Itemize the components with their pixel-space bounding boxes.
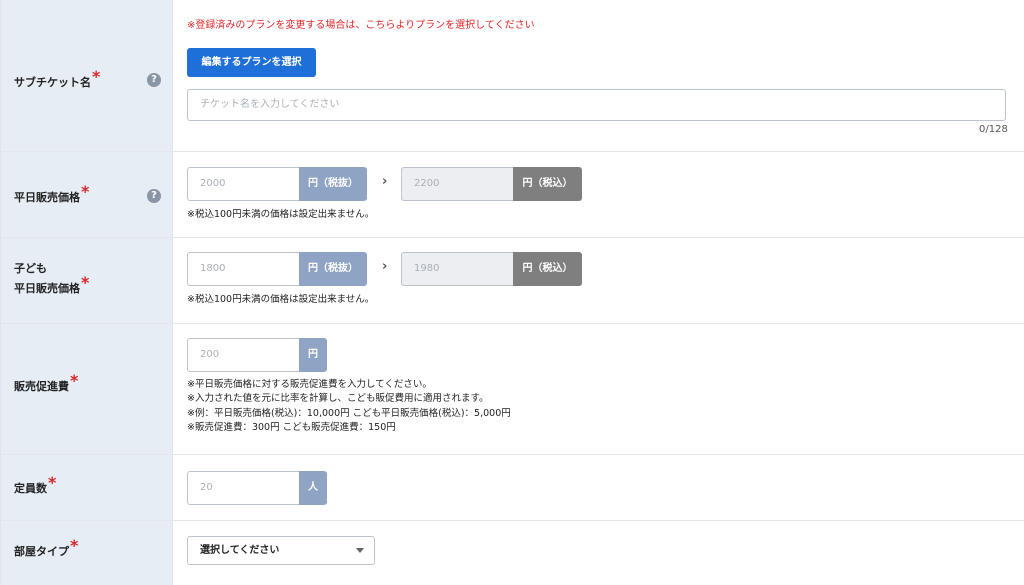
capacity-input[interactable]: 20 bbox=[187, 471, 300, 505]
chevron-right-icon: › bbox=[382, 259, 388, 274]
promo-note-3: ※例：平日販売価格(税込)：10,000円 こども平日販売価格(税込)：5,00… bbox=[187, 408, 511, 419]
promo-fee-row: 販売促進費* 200 円 ※平日販売価格に対する販売促進費を入力してください。 … bbox=[1, 324, 1024, 455]
unit-tax-included: 円（税込） bbox=[513, 167, 582, 201]
child-price-input[interactable]: 1800 bbox=[187, 252, 300, 286]
promo-fee-label: 販売促進費* bbox=[14, 371, 79, 394]
help-icon[interactable]: ? bbox=[147, 189, 161, 203]
unit-tax-excluded: 円（税抜） bbox=[299, 252, 367, 286]
child-price-row: 子ども 平日販売価格* 1800 円（税抜） › 1980 円（税込） ※税込10… bbox=[1, 238, 1024, 324]
required-mark: * bbox=[81, 273, 90, 292]
price-note: ※税込100円未満の価格は設定出来ません。 bbox=[187, 209, 375, 220]
child-price-label: 子ども 平日販売価格* bbox=[14, 262, 90, 295]
chevron-right-icon: › bbox=[382, 174, 388, 189]
plan-change-notice: ※登録済みのプランを変更する場合は、こちらよりプランを選択してください bbox=[187, 20, 535, 31]
room-type-row: 部屋タイプ* 選択してください bbox=[1, 521, 1024, 585]
room-type-selected-value: 選択してください bbox=[200, 545, 280, 556]
unit-tax-included: 円（税込） bbox=[513, 252, 582, 286]
weekday-price-row: 平日販売価格* ? 2000 円（税抜） › 2200 円（税込） ※税込100… bbox=[1, 152, 1024, 238]
required-mark: * bbox=[81, 182, 90, 201]
plan-form: サブチケット名* ? ※登録済みのプランを変更する場合は、こちらよりプランを選択… bbox=[0, 0, 1024, 585]
price-note: ※税込100円未満の価格は設定出来ません。 bbox=[187, 294, 375, 305]
unit-yen: 円 bbox=[299, 338, 327, 372]
caret-down-icon bbox=[356, 548, 364, 553]
unit-person: 人 bbox=[299, 471, 327, 505]
promo-fee-input[interactable]: 200 bbox=[187, 338, 300, 372]
weekday-price-incl-field: 2200 bbox=[401, 167, 514, 201]
weekday-price-input[interactable]: 2000 bbox=[187, 167, 300, 201]
subticket-label: サブチケット名* bbox=[14, 67, 101, 90]
child-price-incl-field: 1980 bbox=[401, 252, 514, 286]
select-plan-button[interactable]: 編集するプランを選択 bbox=[187, 48, 316, 77]
ticket-name-input[interactable]: チケット名を入力してください bbox=[187, 89, 1006, 121]
help-icon[interactable]: ? bbox=[147, 73, 161, 87]
subticket-row: サブチケット名* ? ※登録済みのプランを変更する場合は、こちらよりプランを選択… bbox=[1, 0, 1024, 152]
subticket-label-cell: サブチケット名* ? bbox=[1, 0, 173, 151]
char-counter: 0/128 bbox=[979, 124, 1008, 135]
promo-note-4: ※販売促進費：300円 こども販売促進費：150円 bbox=[187, 422, 396, 433]
required-mark: * bbox=[70, 536, 79, 555]
required-mark: * bbox=[70, 371, 79, 390]
weekday-price-label: 平日販売価格* bbox=[14, 182, 90, 205]
unit-tax-excluded: 円（税抜） bbox=[299, 167, 367, 201]
room-type-label: 部屋タイプ* bbox=[14, 536, 79, 559]
promo-note-2: ※入力された値を元に比率を計算し、こども販促費用に適用されます。 bbox=[187, 393, 489, 404]
required-mark: * bbox=[92, 67, 101, 86]
capacity-label: 定員数* bbox=[14, 473, 57, 496]
promo-note-1: ※平日販売価格に対する販売促進費を入力してください。 bbox=[187, 379, 432, 390]
capacity-row: 定員数* 20 人 bbox=[1, 455, 1024, 521]
room-type-select[interactable]: 選択してください bbox=[187, 536, 375, 565]
required-mark: * bbox=[48, 473, 57, 492]
